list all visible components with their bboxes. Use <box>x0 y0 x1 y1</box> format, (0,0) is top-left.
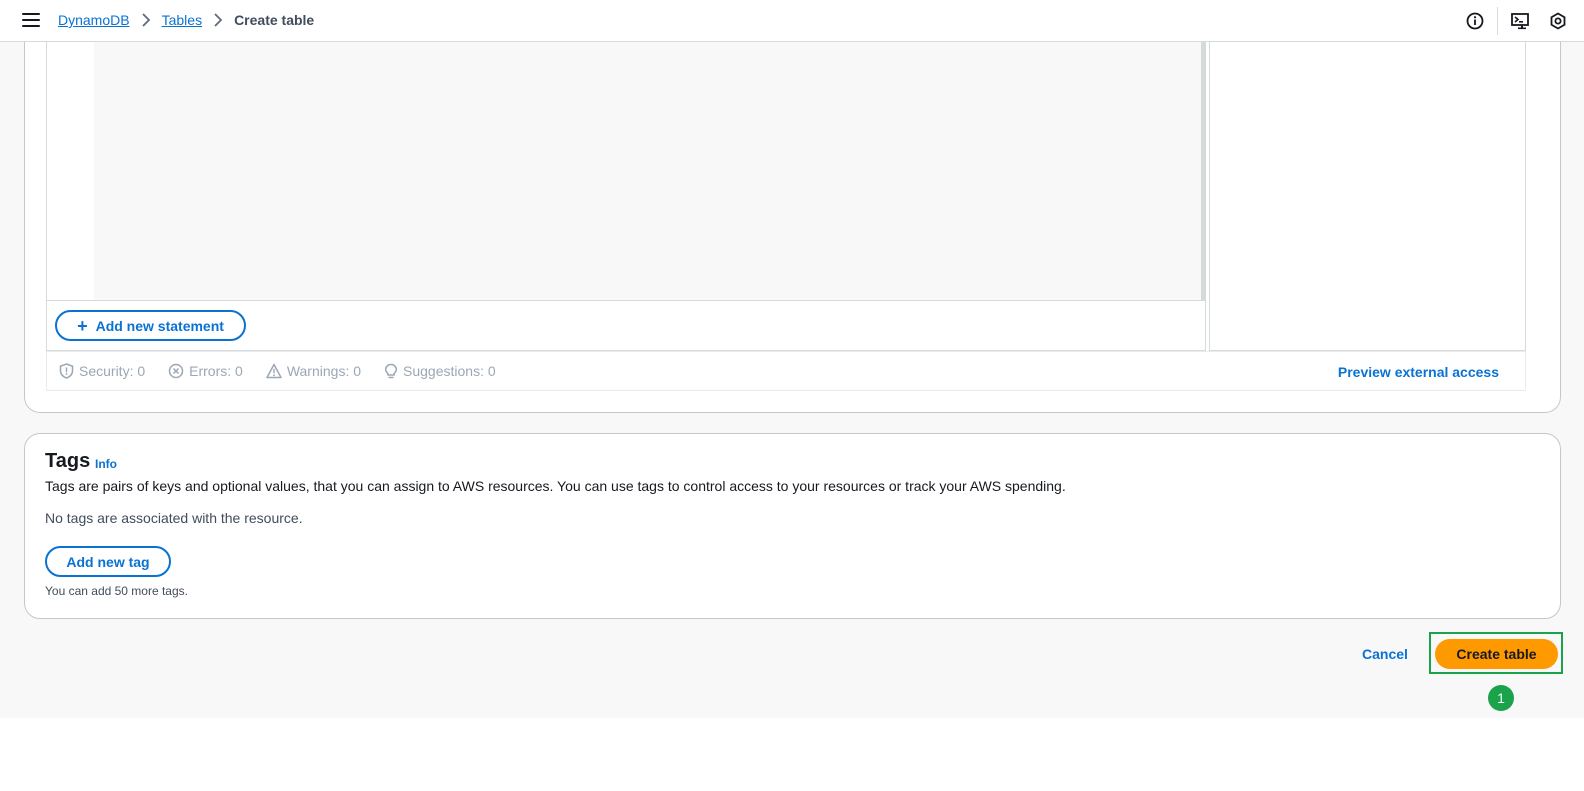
breadcrumb-dynamodb[interactable]: DynamoDB <box>58 12 130 28</box>
status-security: Security: 0 <box>59 363 145 379</box>
lightbulb-icon <box>384 363 398 379</box>
statement-side-panel <box>1209 42 1526 351</box>
status-suggestions: Suggestions: 0 <box>384 363 496 379</box>
tags-info-link[interactable]: Info <box>95 457 117 471</box>
main-content: + Add new statement Security: 0 Errors: … <box>0 42 1584 718</box>
tags-empty-message: No tags are associated with the resource… <box>45 510 303 526</box>
plus-icon: + <box>77 315 88 336</box>
policy-status-bar: Security: 0 Errors: 0 Warnings: 0 Sugges… <box>46 351 1526 391</box>
create-table-button[interactable]: Create table <box>1435 639 1558 669</box>
shield-icon <box>59 363 74 379</box>
preview-external-access-link[interactable]: Preview external access <box>1338 364 1499 380</box>
editor-gutter <box>47 42 94 300</box>
hexagon-settings-icon[interactable] <box>1548 11 1568 31</box>
add-new-statement-label: Add new statement <box>95 317 224 334</box>
status-errors: Errors: 0 <box>168 363 243 379</box>
chevron-right-icon <box>141 13 150 27</box>
add-new-tag-button[interactable]: Add new tag <box>45 546 171 577</box>
cancel-button[interactable]: Cancel <box>1362 646 1408 662</box>
top-icon-group <box>1465 0 1584 42</box>
status-suggestions-label: Suggestions: 0 <box>403 363 496 379</box>
editor-footer: + Add new statement <box>47 300 1205 350</box>
breadcrumb: DynamoDB Tables Create table <box>58 12 314 28</box>
status-errors-label: Errors: 0 <box>189 363 243 379</box>
error-circle-icon <box>168 363 184 379</box>
resource-policy-card: + Add new statement Security: 0 Errors: … <box>24 42 1561 413</box>
tags-description: Tags are pairs of keys and optional valu… <box>45 478 1066 494</box>
icon-divider <box>1497 7 1498 35</box>
tags-card: Tags Info Tags are pairs of keys and opt… <box>24 433 1561 619</box>
status-security-label: Security: 0 <box>79 363 146 379</box>
warning-triangle-icon <box>266 363 282 379</box>
add-new-statement-button[interactable]: + Add new statement <box>55 310 246 341</box>
tags-heading: Tags <box>45 450 91 472</box>
top-navigation: DynamoDB Tables Create table <box>0 0 1584 42</box>
breadcrumb-tables[interactable]: Tables <box>162 12 202 28</box>
tags-hint: You can add 50 more tags. <box>45 584 188 598</box>
cloudshell-icon[interactable] <box>1510 11 1530 31</box>
policy-editor-textarea[interactable] <box>94 42 1205 300</box>
status-warnings: Warnings: 0 <box>266 363 361 379</box>
status-warnings-label: Warnings: 0 <box>286 363 362 379</box>
hamburger-menu-icon[interactable] <box>22 13 40 29</box>
info-icon[interactable] <box>1465 11 1485 31</box>
chevron-right-icon <box>214 13 223 27</box>
step-marker-badge: 1 <box>1488 685 1514 711</box>
policy-editor: + Add new statement <box>46 42 1206 351</box>
breadcrumb-current: Create table <box>234 12 315 28</box>
